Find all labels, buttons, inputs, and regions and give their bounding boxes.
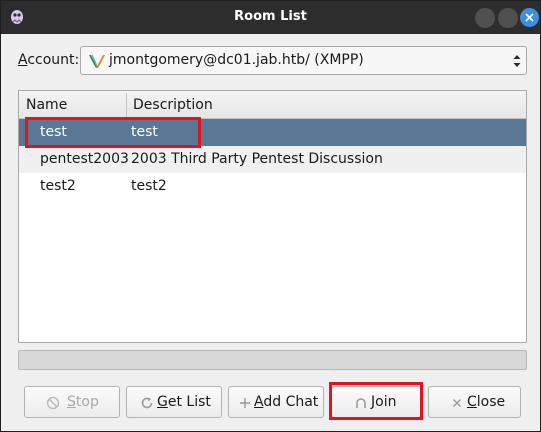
account-label: Account: [18, 52, 80, 68]
dropdown-arrows-icon [513, 55, 521, 67]
room-description-cell: test2 [131, 178, 167, 194]
minimize-button[interactable] [475, 8, 495, 28]
table-row[interactable]: pentest2003 2003 Third Party Pentest Dis… [19, 146, 526, 173]
stop-icon [46, 396, 60, 410]
column-header-description[interactable]: Description [133, 97, 213, 113]
xmpp-icon [89, 54, 105, 68]
refresh-icon [141, 397, 153, 409]
close-icon [453, 399, 461, 407]
window-title: Room List [234, 9, 307, 24]
window-close-button[interactable] [520, 8, 539, 27]
close-button[interactable]: Close [428, 386, 521, 418]
stop-label: Stop [67, 394, 99, 410]
maximize-button[interactable] [498, 8, 518, 28]
column-header-name[interactable]: Name [26, 97, 67, 113]
account-dropdown[interactable]: jmontgomery@dc01.jab.htb/ (XMPP) [80, 46, 527, 75]
highlight-box-selected-room [25, 117, 201, 148]
add-chat-label: Add Chat [254, 394, 319, 410]
column-divider[interactable] [126, 93, 127, 117]
close-label: Close [467, 394, 506, 410]
room-list-window: Room List Account: jmontgomery@dc01.jab.… [0, 0, 541, 432]
progress-bar [18, 350, 527, 370]
get-list-label: Get List [157, 394, 211, 410]
stop-button[interactable]: Stop [24, 386, 120, 418]
highlight-box-join-button [329, 382, 423, 420]
room-name-cell: pentest2003 [40, 151, 129, 167]
table-row[interactable]: test2 test2 [19, 173, 526, 200]
room-description-cell: 2003 Third Party Pentest Discussion [131, 151, 383, 167]
close-icon [525, 13, 534, 22]
add-chat-button[interactable]: Add Chat [228, 386, 324, 418]
room-name-cell: test2 [40, 178, 76, 194]
plus-icon [240, 398, 250, 408]
get-list-button[interactable]: Get List [126, 386, 222, 418]
titlebar[interactable]: Room List [1, 1, 540, 34]
account-value: jmontgomery@dc01.jab.htb/ (XMPP) [109, 52, 364, 68]
table-header: Name Description [19, 91, 526, 119]
